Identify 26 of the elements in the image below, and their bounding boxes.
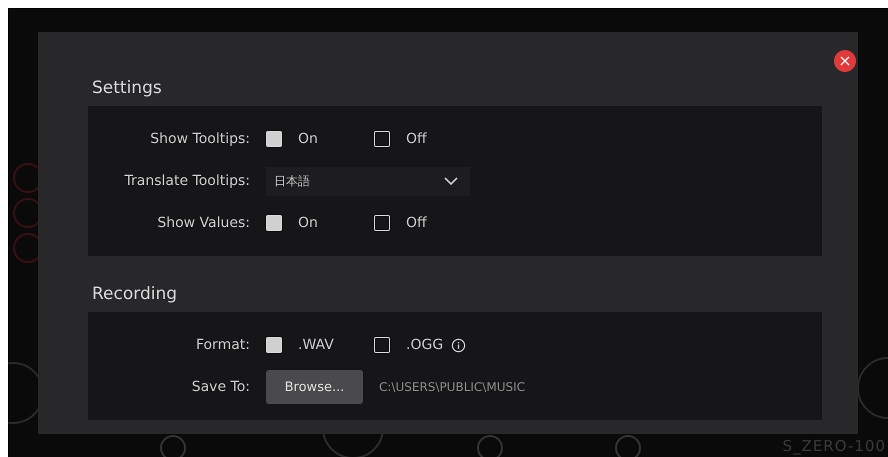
option-label: On [298, 131, 318, 147]
section-title: Settings [92, 78, 163, 98]
checkbox[interactable] [266, 215, 282, 231]
field-label: Format: [194, 337, 250, 353]
chevron-down-icon [444, 177, 458, 185]
option-label: On [298, 215, 318, 231]
option-label: .WAV [298, 337, 334, 353]
option-label: Off [406, 131, 427, 147]
checkbox[interactable] [266, 337, 282, 353]
dropdown-value: 日本語 [274, 172, 310, 190]
folder-path: C:\USERS\PUBLIC\MUSIC [379, 380, 526, 394]
field-label: Save To: [190, 379, 250, 395]
field-label: Translate Tooltips: [124, 173, 250, 189]
option-label: .OGG [406, 337, 444, 353]
checkbox[interactable] [374, 215, 390, 231]
section-title: Recording [92, 284, 178, 304]
language-dropdown[interactable]: 日本語 [266, 166, 470, 196]
info-icon[interactable] [451, 338, 466, 352]
checkbox[interactable] [266, 131, 282, 147]
browse-button[interactable]: Browse... [266, 370, 363, 404]
checkbox[interactable] [374, 337, 390, 353]
field-label: Show Values: [156, 215, 250, 231]
checkbox[interactable] [374, 131, 390, 147]
option-label: Off [406, 215, 427, 231]
close-button[interactable]: × [834, 50, 856, 72]
field-label: Show Tooltips: [149, 131, 250, 147]
